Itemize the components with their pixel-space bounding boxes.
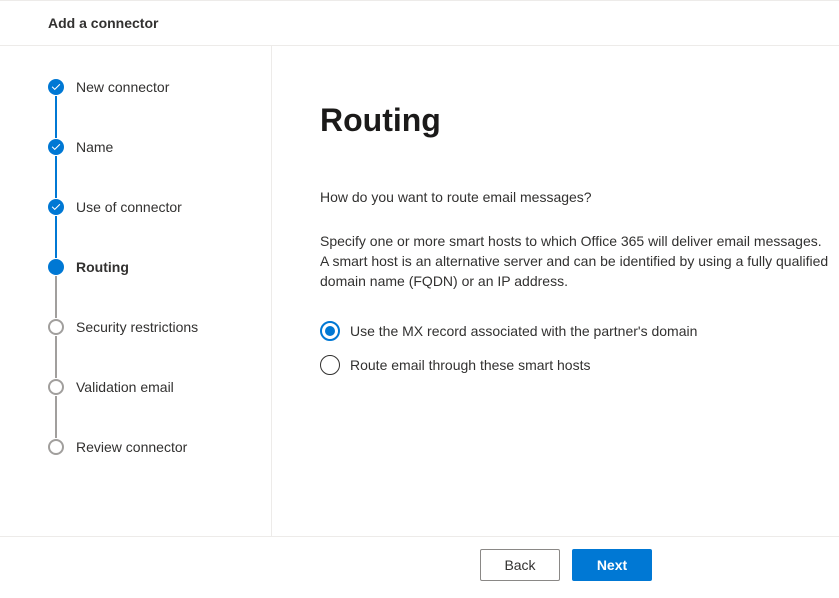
back-button[interactable]: Back — [480, 549, 560, 581]
step-connector-line — [55, 396, 57, 438]
upcoming-step-icon — [48, 379, 64, 395]
radio-label: Use the MX record associated with the pa… — [350, 323, 697, 339]
step-connector-line — [55, 156, 57, 198]
routing-option-0[interactable]: Use the MX record associated with the pa… — [320, 321, 829, 341]
step-connector-line — [55, 96, 57, 138]
wizard-step-use-of-connector[interactable]: Use of connector — [48, 198, 271, 216]
step-connector-line — [55, 216, 57, 258]
routing-radio-group: Use the MX record associated with the pa… — [320, 321, 829, 375]
upcoming-step-icon — [48, 439, 64, 455]
wizard-header: Add a connector — [0, 1, 839, 46]
wizard-step-validation-email[interactable]: Validation email — [48, 378, 271, 396]
description-text: Specify one or more smart hosts to which… — [320, 231, 829, 291]
lead-question: How do you want to route email messages? — [320, 189, 829, 205]
checkmark-icon — [48, 79, 64, 95]
page-title: Routing — [320, 102, 829, 139]
step-label: Routing — [76, 258, 129, 276]
step-connector-line — [55, 336, 57, 378]
wizard-footer: Back Next — [0, 536, 839, 593]
radio-button-icon — [320, 355, 340, 375]
wizard-step-name[interactable]: Name — [48, 138, 271, 156]
step-label: Validation email — [76, 378, 174, 396]
step-connector-line — [55, 276, 57, 318]
step-label: New connector — [76, 78, 169, 96]
wizard-title: Add a connector — [48, 15, 158, 31]
step-label: Security restrictions — [76, 318, 198, 336]
routing-option-1[interactable]: Route email through these smart hosts — [320, 355, 829, 375]
wizard-step-new-connector[interactable]: New connector — [48, 78, 271, 96]
step-label: Use of connector — [76, 198, 182, 216]
wizard-step-review-connector[interactable]: Review connector — [48, 438, 271, 456]
checkmark-icon — [48, 139, 64, 155]
step-label: Review connector — [76, 438, 187, 456]
next-button[interactable]: Next — [572, 549, 652, 581]
wizard-step-security-restrictions[interactable]: Security restrictions — [48, 318, 271, 336]
wizard-main-panel: Routing How do you want to route email m… — [272, 46, 839, 536]
checkmark-icon — [48, 199, 64, 215]
wizard-step-routing[interactable]: Routing — [48, 258, 271, 276]
wizard-steps-sidebar: New connector Name Use of connector Routing… — [0, 46, 272, 536]
radio-label: Route email through these smart hosts — [350, 357, 590, 373]
step-label: Name — [76, 138, 113, 156]
current-step-icon — [48, 259, 64, 275]
upcoming-step-icon — [48, 319, 64, 335]
radio-button-icon — [320, 321, 340, 341]
